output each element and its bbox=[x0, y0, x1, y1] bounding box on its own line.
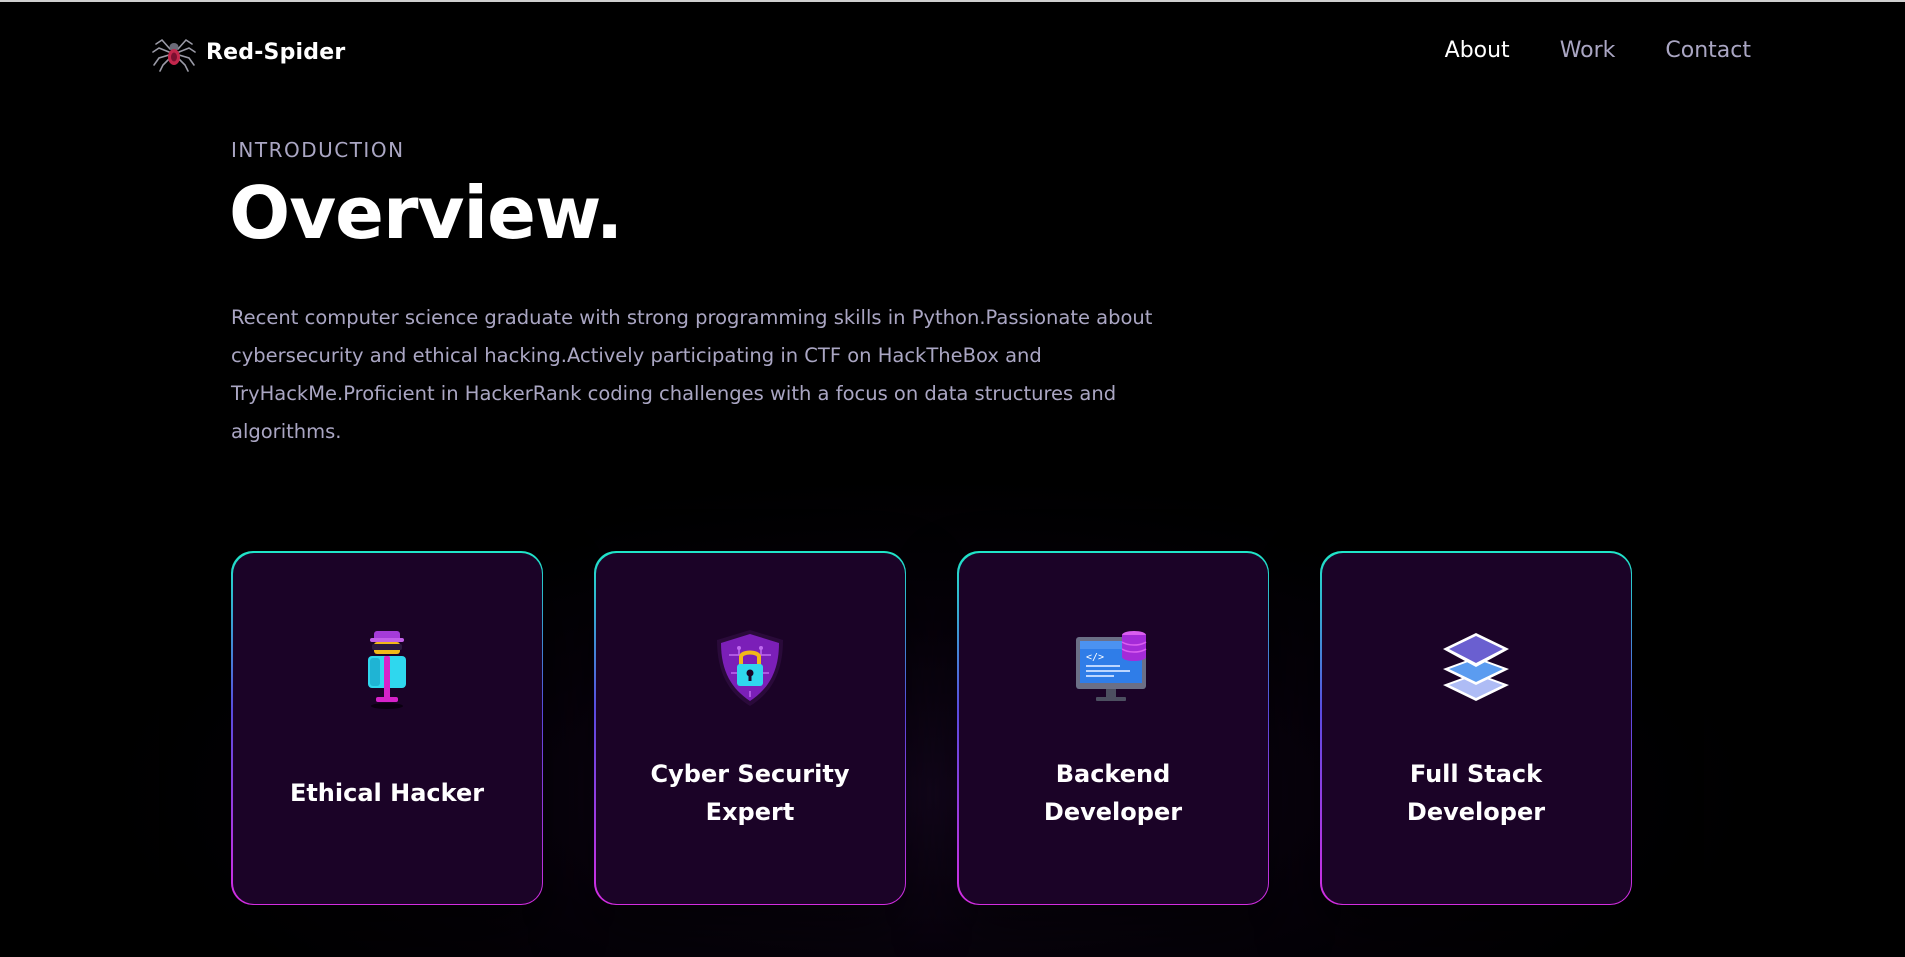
layers-icon bbox=[1443, 632, 1509, 701]
service-cards: Ethical Hacker Cyber Security Expert </>… bbox=[231, 551, 1632, 905]
card-body: Full Stack Developer bbox=[1321, 552, 1631, 904]
navbar: Red-Spider About Work Contact bbox=[0, 2, 1905, 102]
nav-link-work[interactable]: Work bbox=[1560, 38, 1616, 63]
service-card-full-stack-developer[interactable]: Full Stack Developer bbox=[1320, 551, 1632, 905]
service-card-ethical-hacker[interactable]: Ethical Hacker bbox=[231, 551, 543, 905]
monitor-database-icon: </> bbox=[1076, 630, 1147, 701]
section-subtitle: INTRODUCTION bbox=[231, 138, 405, 162]
svg-text:</>: </> bbox=[1086, 652, 1104, 663]
nav-link-about[interactable]: About bbox=[1445, 38, 1510, 63]
hacker-icon bbox=[368, 630, 406, 709]
brand-name: Red-Spider bbox=[206, 39, 346, 65]
service-card-cyber-security[interactable]: Cyber Security Expert bbox=[594, 551, 906, 905]
section-title: Overview. bbox=[229, 171, 623, 255]
card-title: Backend Developer bbox=[1043, 759, 1183, 826]
shield-lock-icon bbox=[717, 629, 783, 706]
card-body: Ethical Hacker bbox=[232, 552, 542, 904]
overview-description: Recent computer science graduate with st… bbox=[231, 306, 1153, 443]
spider-logo-icon bbox=[152, 38, 196, 72]
card-body: </> Backend Developer bbox=[958, 552, 1268, 904]
service-card-backend-developer[interactable]: </> Backend Developer bbox=[957, 551, 1269, 905]
card-title: Full Stack Developer bbox=[1406, 759, 1546, 826]
page: Red-Spider About Work Contact INTRODUCTI… bbox=[0, 0, 1905, 957]
card-body: Cyber Security Expert bbox=[595, 552, 905, 904]
card-title: Cyber Security Expert bbox=[650, 759, 850, 826]
nav-links: About Work Contact bbox=[1445, 38, 1751, 63]
brand-link[interactable]: Red-Spider bbox=[152, 32, 345, 72]
card-title: Ethical Hacker bbox=[289, 778, 485, 807]
nav-link-contact[interactable]: Contact bbox=[1665, 38, 1751, 63]
